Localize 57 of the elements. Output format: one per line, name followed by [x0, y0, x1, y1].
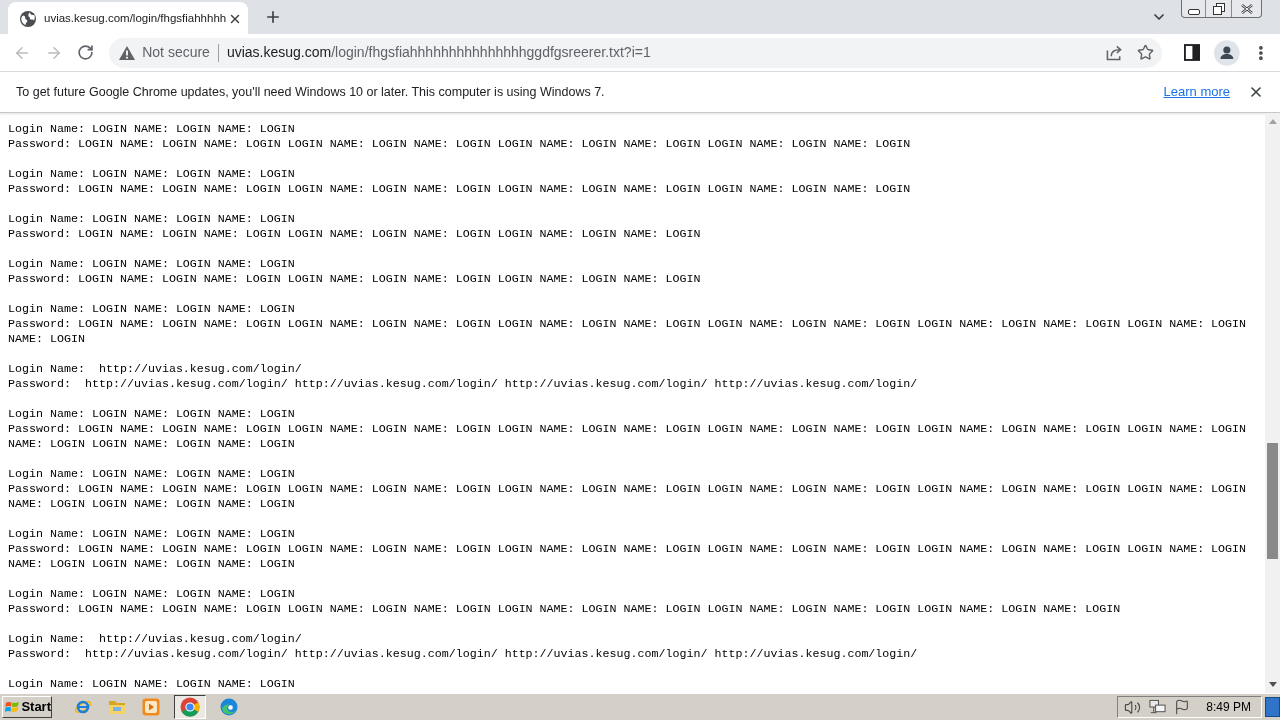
- login-name-line: Login Name: http://uvias.kesug.com/login/: [8, 362, 302, 377]
- minimize-icon: [1187, 8, 1200, 15]
- url-input[interactable]: uvias.kesug.com/login/fhgsfiahhhhhhhhhhhhhhhggdfgsreerer.txt?i=1: [226, 42, 651, 63]
- login-name-line: Login Name: LOGIN NAME: LOGIN NAME: LOGIN: [8, 467, 295, 482]
- close-icon[interactable]: [1248, 84, 1264, 100]
- address-bar[interactable]: Not secure uvias.kesug.com/login/fhgsfiahhhhhhhhhhhhhhhggdfgsreerer.txt?i=1: [109, 37, 1162, 68]
- password-line: Password: http://uvias.kesug.com/login/ http://uvias.kesug.com/login/ http://uvias.kesug.com/login/ http://uvias.kesug.com/login/: [8, 377, 918, 392]
- flag-icon[interactable]: [1174, 699, 1191, 715]
- swirl-logo-icon: [220, 698, 238, 716]
- scrollbar-track[interactable]: [1265, 113, 1280, 693]
- login-name-line: Login Name: LOGIN NAME: LOGIN NAME: LOGIN: [8, 257, 295, 272]
- bookmark-star-icon[interactable]: [1136, 44, 1154, 61]
- globe-e-icon: [74, 698, 92, 716]
- scrollbar-thumb[interactable]: [1267, 443, 1278, 559]
- login-name-line: Login Name: LOGIN NAME: LOGIN NAME: LOGIN: [8, 212, 295, 227]
- down-triangle-icon[interactable]: [1268, 682, 1277, 687]
- security-button[interactable]: Not secure: [119, 42, 210, 63]
- password-line: Password: http://uvias.kesug.com/login/ http://uvias.kesug.com/login/ http://uvias.kesug.com/login/ http://uvias.kesug.com/login/: [8, 647, 918, 662]
- taskbar-app-button[interactable]: [174, 695, 206, 719]
- profile-avatar-icon[interactable]: [1214, 39, 1241, 66]
- chrome-logo-icon: [180, 697, 200, 717]
- clock-time[interactable]: 8:49 PM: [1206, 698, 1251, 716]
- password-line: Password: LOGIN NAME: LOGIN NAME: LOGIN LOGIN NAME: LOGIN NAME: LOGIN LOGIN NAME: LOGIN NAME: LOGIN LOGIN NAME: LOGIN NAME: LOGIN: [8, 182, 911, 197]
- browser-tab[interactable]: uvias.kesug.com/login/fhgsfiahhhhh: [8, 2, 248, 36]
- login-name-line: Login Name: LOGIN NAME: LOGIN NAME: LOGIN: [8, 407, 295, 422]
- password-line: Password: LOGIN NAME: LOGIN NAME: LOGIN LOGIN NAME: LOGIN NAME: LOGIN LOGIN NAME: LOGIN NAME: LOGIN LOGIN NAME: LOGIN NAME: LOGIN: [8, 137, 911, 152]
- login-name-line: Login Name: LOGIN NAME: LOGIN NAME: LOGIN: [8, 527, 295, 542]
- login-name-line: Login Name: LOGIN NAME: LOGIN NAME: LOGIN: [8, 302, 295, 317]
- globe-icon: [20, 11, 36, 27]
- password-line: Password: LOGIN NAME: LOGIN NAME: LOGIN LOGIN NAME: LOGIN NAME: LOGIN LOGIN NAME: LOGIN NAME: LOGIN LOGIN NAME: LOGIN NAME: LOGIN LOGIN NAME: LOGIN NAME: LOGIN LOGIN NAME: LOGIN NAME: LOGIN LOGIN NAME: LOGIN NAME: LOGIN: [8, 542, 1248, 572]
- speaker-icon[interactable]: [1124, 698, 1142, 716]
- folder-icon: [108, 699, 126, 715]
- close-icon: [1240, 3, 1253, 14]
- close-tab-icon[interactable]: [228, 12, 242, 26]
- share-icon[interactable]: [1105, 44, 1123, 61]
- login-name-line: Login Name: LOGIN NAME: LOGIN NAME: LOGIN: [8, 122, 295, 137]
- password-line: Password: LOGIN NAME: LOGIN NAME: LOGIN LOGIN NAME: LOGIN NAME: LOGIN LOGIN NAME: LOGIN NAME: LOGIN LOGIN NAME: LOGIN NAME: LOGIN LOGIN NAME: LOGIN NAME: LOGIN LOGIN NAME: LOGIN NAME: LOGIN LOGIN NAME: LOGIN NAME: LOGIN: [8, 422, 1248, 452]
- password-line: Password: LOGIN NAME: LOGIN NAME: LOGIN LOGIN NAME: LOGIN NAME: LOGIN LOGIN NAME: LOGIN NAME: LOGIN: [8, 272, 701, 287]
- infobar-message: To get future Google Chrome updates, you'll need Windows 10 or later. This computer is using Windows 7.: [16, 83, 605, 101]
- warning-icon: [119, 45, 136, 60]
- side-panel-icon[interactable]: [1183, 44, 1201, 61]
- login-name-line: Login Name: http://uvias.kesug.com/login/: [8, 632, 302, 647]
- login-name-line: Login Name: LOGIN NAME: LOGIN NAME: LOGIN: [8, 167, 295, 182]
- windows-flag-icon: [5, 699, 20, 715]
- reload-icon: [76, 44, 94, 61]
- restore-icon: [1212, 2, 1225, 15]
- login-name-line: Login Name: LOGIN NAME: LOGIN NAME: LOGIN: [8, 677, 295, 692]
- start-button[interactable]: Start: [2, 696, 52, 718]
- new-tab-icon[interactable]: [264, 8, 282, 26]
- password-line: Password: LOGIN NAME: LOGIN NAME: LOGIN LOGIN NAME: LOGIN NAME: LOGIN LOGIN NAME: LOGIN NAME: LOGIN LOGIN NAME: LOGIN NAME: LOGIN LOGIN NAME: LOGIN NAME: LOGIN LOGIN NAME: LOGIN NAME: LOGIN LOGIN NAME: LOGIN NAME: LOGIN: [8, 482, 1248, 512]
- password-line: Password: LOGIN NAME: LOGIN NAME: LOGIN LOGIN NAME: LOGIN NAME: LOGIN LOGIN NAME: LOGIN NAME: LOGIN: [8, 227, 701, 242]
- password-line: Password: LOGIN NAME: LOGIN NAME: LOGIN LOGIN NAME: LOGIN NAME: LOGIN LOGIN NAME: LOGIN NAME: LOGIN LOGIN NAME: LOGIN NAME: LOGIN LOGIN NAME: LOGIN NAME: LOGIN: [8, 602, 1121, 617]
- play-tile-icon: [142, 698, 160, 716]
- learn-more-link[interactable]: Learn more: [1163, 82, 1230, 102]
- password-line: Password: LOGIN NAME: LOGIN NAME: LOGIN LOGIN NAME: LOGIN NAME: LOGIN LOGIN NAME: LOGIN NAME: LOGIN LOGIN NAME: LOGIN NAME: LOGIN LOGIN NAME: LOGIN NAME: LOGIN LOGIN NAME: LOGIN NAME: LOGIN: [8, 317, 1248, 347]
- login-name-line: Login Name: LOGIN NAME: LOGIN NAME: LOGIN: [8, 587, 295, 602]
- network-icon[interactable]: [1149, 699, 1167, 715]
